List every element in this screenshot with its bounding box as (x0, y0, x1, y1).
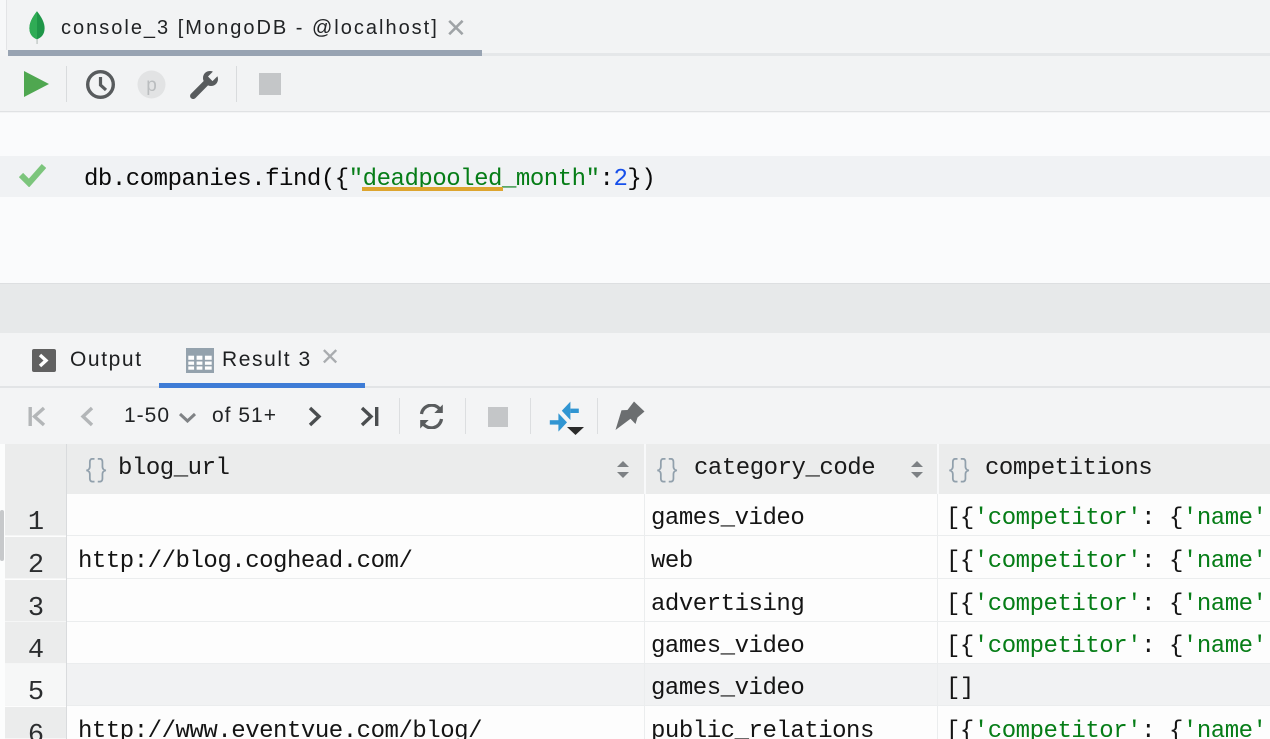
svg-text:p: p (146, 75, 157, 96)
